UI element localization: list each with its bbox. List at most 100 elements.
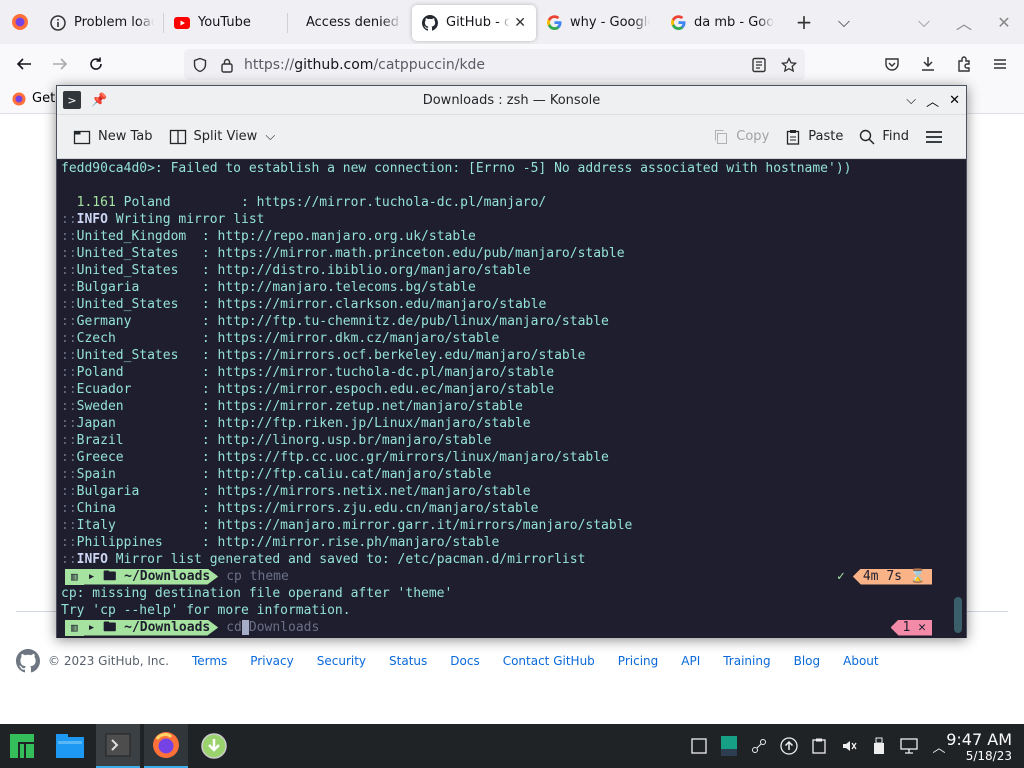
github-icon (422, 14, 438, 31)
taskbar-konsole[interactable] (96, 724, 140, 768)
url-bar[interactable]: https://github.com/catppuccin/kde (184, 49, 805, 80)
url-scheme: https:// (244, 56, 295, 73)
tray-kdeconnect[interactable] (744, 724, 774, 768)
tab-da-mb-google[interactable]: da mb - Goog (660, 5, 784, 41)
mirror-line: ::Brazil : http://linorg.usp.br/manjaro/… (61, 433, 492, 448)
mirror-url: https://mirror.zetup.net/manjaro/stable (217, 399, 523, 414)
tab-why-google[interactable]: why - Google (536, 5, 660, 41)
download-circle-icon (201, 733, 227, 759)
find-button[interactable]: Find (851, 122, 917, 152)
new-tab-button[interactable]: New Tab (65, 122, 161, 152)
github-logo-icon (16, 649, 40, 673)
taskbar-dolphin[interactable] (48, 724, 92, 768)
close-tab-icon[interactable]: ✕ (514, 15, 526, 31)
mirror-country: Philippines (76, 535, 195, 550)
footer-link-training[interactable]: Training (723, 654, 770, 668)
mirror-line: ::Philippines : http://mirror.rise.ph/ma… (61, 535, 500, 550)
prompt-dir-text: ~/Downloads (124, 568, 211, 584)
split-view-icon (169, 129, 186, 144)
tab-access-denied[interactable]: Access denied | (288, 5, 412, 41)
tab-problem-loading[interactable]: Problem load (40, 5, 164, 41)
info-tag: INFO (76, 212, 108, 227)
extensions-button[interactable] (946, 46, 982, 82)
digital-clock[interactable]: 9:47 AM 5/18/23 (946, 731, 1012, 764)
maximize-button[interactable]: ︿ (926, 91, 939, 110)
tray-clipboard[interactable] (804, 724, 834, 768)
show-desktop-button[interactable] (684, 724, 714, 768)
forward-button[interactable] (42, 46, 78, 82)
hamburger-icon (994, 59, 1006, 69)
puzzle-icon (958, 56, 970, 72)
browser-tab-bar: Problem load YouTube Access denied | Git… (0, 0, 1024, 44)
taskbar-downloader[interactable] (192, 724, 236, 768)
exit-code-text: 1 (902, 619, 911, 635)
kde-connect-icon (752, 739, 766, 753)
chevron-down-icon: ⌵ (917, 12, 931, 31)
new-tab-button[interactable]: + (784, 0, 824, 44)
mirror-country: United_Kingdom (76, 229, 195, 244)
tracking-protection-icon (193, 57, 207, 72)
bookmark-get-started[interactable]: Get (32, 91, 55, 106)
tray-manjaro-settings[interactable] (714, 724, 744, 768)
footer-link-docs[interactable]: Docs (450, 654, 479, 668)
konsole-toolbar: New Tab Split View ⌵ Copy Paste Find (57, 115, 966, 159)
firefox-view-button[interactable] (0, 0, 40, 44)
footer-link-privacy[interactable]: Privacy (250, 654, 293, 668)
mirror-url: https://mirrors.netix.net/manjaro/stable (217, 484, 531, 499)
firefox-icon (153, 732, 179, 758)
window-maximize-button[interactable]: ︿ (944, 0, 984, 44)
split-view-button[interactable]: Split View ⌵ (161, 122, 284, 152)
footer-link-api[interactable]: API (681, 654, 700, 668)
copy-button[interactable]: Copy (705, 122, 777, 152)
konsole-menu-button[interactable] (917, 122, 958, 152)
tray-network[interactable] (894, 724, 924, 768)
tab-github[interactable]: GitHub - ca ✕ (412, 4, 536, 41)
close-button[interactable]: ✕ (949, 93, 960, 108)
mirror-line: ::United_States : https://mirrors.ocf.be… (61, 348, 586, 363)
settings-manager-icon (721, 736, 737, 756)
tray-volume[interactable] (834, 724, 864, 768)
konsole-title: Downloads : zsh — Konsole (422, 92, 601, 108)
footer-link-contact-github[interactable]: Contact GitHub (503, 654, 595, 668)
tab-youtube[interactable]: YouTube (164, 5, 288, 41)
mirror-line: ::Japan : http://ftp.riken.jp/Linux/manj… (61, 416, 531, 431)
mirror-line: ::China : https://mirrors.zju.edu.cn/man… (61, 501, 539, 516)
application-launcher[interactable] (0, 724, 44, 768)
new-tab-label: New Tab (98, 129, 153, 144)
app-menu-button[interactable] (982, 46, 1018, 82)
terminal-output[interactable]: fedd90ca4d0>: Failed to establish a new … (57, 160, 966, 638)
window-minimize-button[interactable]: ⌵ (904, 0, 944, 44)
downloads-button[interactable] (910, 46, 946, 82)
manjaro-os-icon: ▥ (65, 619, 84, 636)
mirror-url: https://mirror.espoch.edu.ec/manjaro/sta… (217, 382, 555, 397)
tray-updates[interactable] (774, 724, 804, 768)
back-button[interactable] (6, 46, 42, 82)
list-all-tabs-button[interactable]: ⌵ (824, 0, 864, 44)
footer-link-security[interactable]: Security (317, 654, 366, 668)
footer-link-pricing[interactable]: Pricing (618, 654, 658, 668)
text-cursor (241, 620, 249, 635)
tray-usb-devices[interactable] (864, 724, 894, 768)
pocket-button[interactable] (874, 46, 910, 82)
window-close-button[interactable]: ✕ (984, 0, 1024, 44)
terminal-scrollbar[interactable] (954, 597, 962, 633)
find-label: Find (882, 129, 909, 144)
mirror-country: Poland (76, 365, 195, 380)
duration-text: 4m 7s (862, 568, 902, 584)
footer-link-about[interactable]: About (843, 654, 878, 668)
footer-link-status[interactable]: Status (389, 654, 427, 668)
mirror-url: https://mirror.tuchola-dc.pl/manjaro/sta… (217, 365, 555, 380)
manjaro-logo-icon (10, 734, 34, 758)
window-icon (691, 738, 707, 754)
footer-link-terms[interactable]: Terms (192, 654, 227, 668)
minimize-button[interactable]: ⌵ (906, 93, 916, 108)
paste-button[interactable]: Paste (777, 122, 851, 152)
taskbar-firefox[interactable] (144, 724, 188, 768)
arrow-right-icon (53, 58, 68, 70)
folder-icon: 🖿 (103, 619, 117, 635)
google-icon (546, 15, 562, 31)
reload-button[interactable] (78, 46, 114, 82)
footer-link-blog[interactable]: Blog (794, 654, 821, 668)
mirror-entry: Poland : https://mirror.tuchola-dc.pl/ma… (115, 195, 547, 210)
